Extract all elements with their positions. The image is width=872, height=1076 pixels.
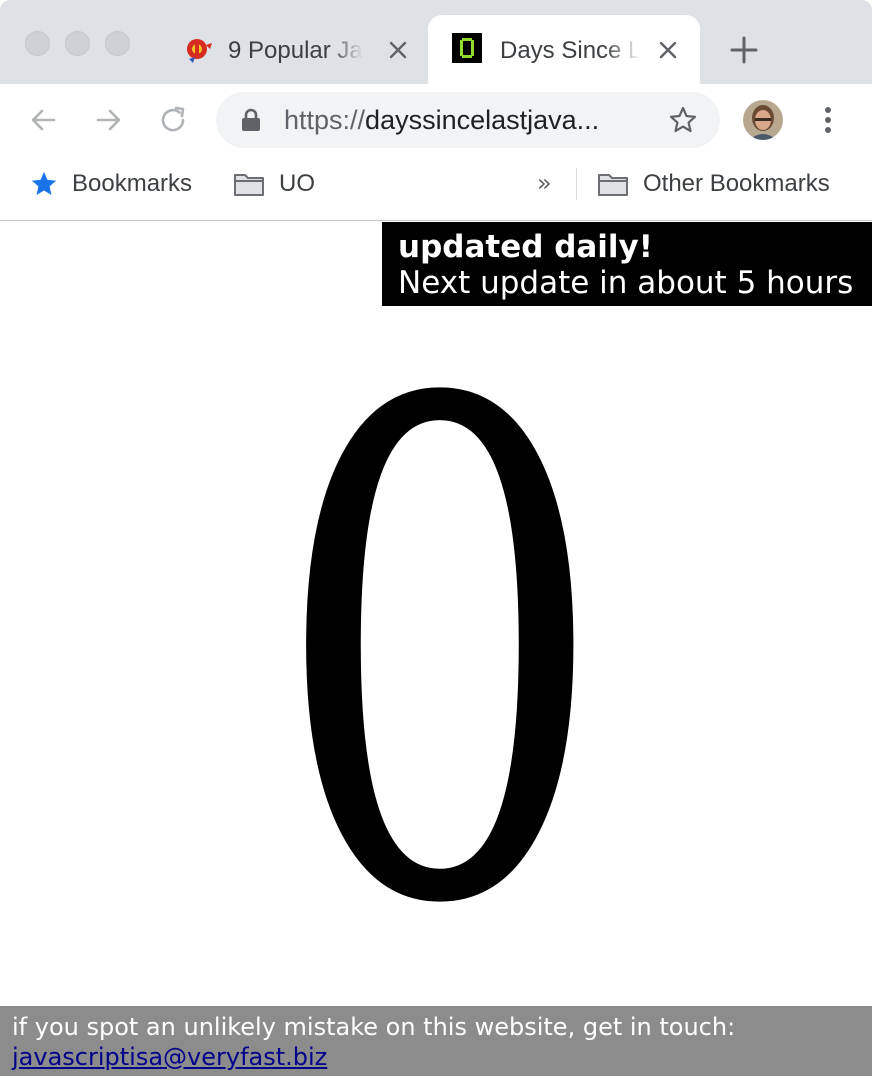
url-scheme: https:// bbox=[284, 105, 366, 135]
lock-icon bbox=[242, 108, 260, 131]
bookmark-label: Bookmarks bbox=[72, 170, 193, 197]
tab-title: 9 Popular JavaScript bbox=[228, 37, 363, 64]
bookmark-label: UO bbox=[279, 170, 315, 197]
tab-title: Days Since Last JavaScript bbox=[500, 37, 640, 64]
days-counter: 0 bbox=[271, 262, 608, 1053]
contact-email-link[interactable]: javascriptisa@veryfast.biz bbox=[12, 1043, 327, 1071]
window-minimize-button[interactable] bbox=[65, 31, 90, 56]
kebab-menu-icon[interactable] bbox=[815, 104, 841, 136]
reload-icon[interactable] bbox=[157, 104, 189, 136]
tab-close-icon[interactable] bbox=[656, 38, 680, 62]
bookmark-item-bookmarks[interactable]: Bookmarks bbox=[30, 168, 192, 200]
folder-icon bbox=[598, 174, 628, 196]
window-close-button[interactable] bbox=[25, 31, 50, 56]
back-arrow-icon[interactable] bbox=[28, 104, 60, 136]
page-footer: if you spot an unlikely mistake on this … bbox=[0, 1006, 872, 1076]
profile-avatar[interactable] bbox=[743, 100, 783, 140]
footer-text: if you spot an unlikely mistake on this … bbox=[12, 1013, 736, 1041]
forward-arrow-icon[interactable] bbox=[92, 104, 124, 136]
tab-popular-javascript[interactable]: 9 Popular JavaScript bbox=[168, 15, 426, 84]
url-text[interactable]: https://dayssincelastjava... bbox=[284, 102, 644, 138]
bookmarks-bar: Bookmarks UO » Other Bookmarks bbox=[0, 156, 872, 221]
tab-strip: 9 Popular JavaScript Days Since Last Jav… bbox=[0, 0, 872, 84]
bookmark-star-icon[interactable] bbox=[668, 105, 698, 135]
star-icon bbox=[31, 171, 57, 196]
browser-toolbar: https://dayssincelastjava... bbox=[0, 84, 872, 156]
bookmark-item-uo[interactable]: UO bbox=[233, 168, 315, 200]
tab-days-since[interactable]: Days Since Last JavaScript bbox=[428, 15, 700, 84]
folder-icon bbox=[234, 174, 264, 196]
window-maximize-button[interactable] bbox=[105, 31, 130, 56]
address-bar[interactable]: https://dayssincelastjava... bbox=[216, 92, 720, 148]
bookmark-item-other-bookmarks[interactable]: Other Bookmarks bbox=[597, 168, 830, 200]
tab-close-icon[interactable] bbox=[386, 38, 410, 62]
red-gear-favicon-icon bbox=[187, 39, 212, 63]
url-host: dayssincelastjava... bbox=[365, 105, 600, 135]
new-tab-plus-icon[interactable] bbox=[728, 34, 760, 66]
profile-photo-icon bbox=[743, 100, 783, 140]
digital-zero-favicon-icon bbox=[452, 33, 482, 63]
bookmarks-overflow-chevron-icon[interactable]: » bbox=[537, 170, 559, 196]
bookmark-label: Other Bookmarks bbox=[643, 170, 830, 197]
bookmarks-divider bbox=[576, 168, 577, 200]
banner-headline: updated daily! bbox=[398, 229, 653, 265]
